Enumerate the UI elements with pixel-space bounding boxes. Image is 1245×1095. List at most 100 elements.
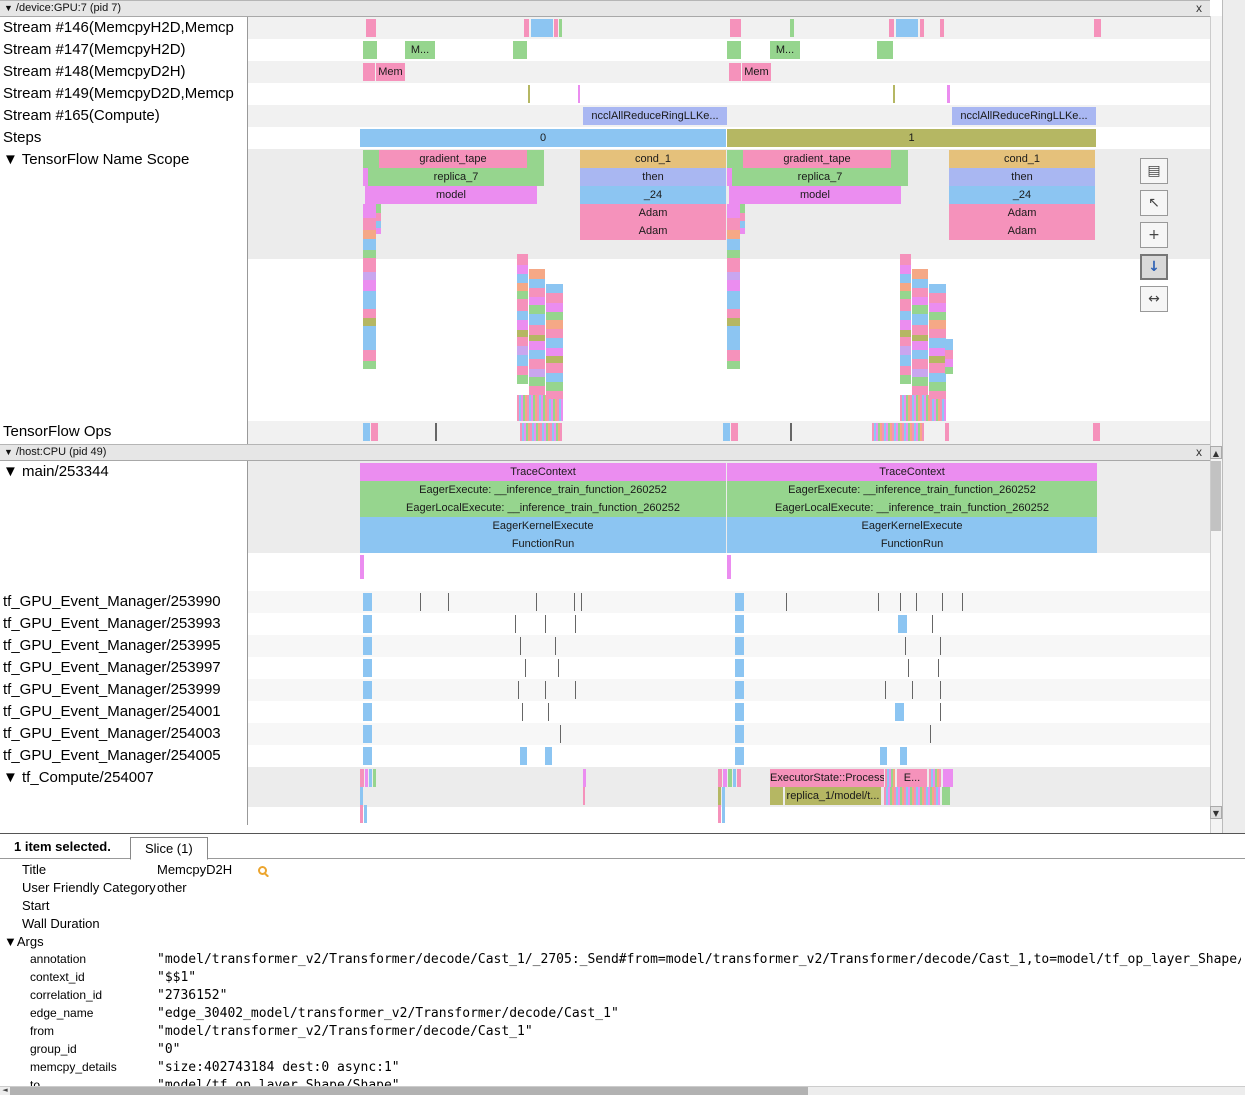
trace-slice-small[interactable] — [900, 366, 911, 375]
trace-slice[interactable]: E... — [897, 769, 927, 787]
trace-slice-small[interactable] — [908, 659, 909, 677]
trace-slice-small[interactable] — [735, 703, 744, 721]
trace-slice-small[interactable] — [912, 377, 928, 386]
trace-slice-small[interactable] — [522, 703, 523, 721]
trace-slice-small[interactable] — [363, 318, 376, 326]
trace-slice-small[interactable] — [718, 805, 721, 823]
trace-slice[interactable]: _24 — [949, 186, 1095, 204]
trace-slice-small[interactable] — [940, 681, 941, 699]
trace-slice-small[interactable] — [727, 230, 740, 239]
trace-slice[interactable]: Adam — [580, 222, 726, 240]
trace-slice-small[interactable] — [900, 375, 911, 384]
trace-slice-small[interactable] — [517, 366, 528, 375]
trace-slice-small[interactable] — [363, 637, 372, 655]
trace-slice-small[interactable] — [546, 338, 563, 348]
trace-slice-small[interactable] — [929, 320, 946, 329]
trace-slice-small[interactable] — [790, 19, 794, 37]
trace-slice-small[interactable] — [740, 213, 745, 221]
trace-slice-small[interactable] — [896, 19, 918, 37]
trace-slice-small[interactable] — [363, 280, 376, 291]
trace-slice-small[interactable] — [920, 19, 924, 37]
trace-slice-small[interactable] — [363, 309, 376, 318]
trace-slice-small[interactable] — [363, 272, 376, 280]
trace-slice[interactable]: FunctionRun — [360, 535, 726, 553]
trace-slice-small[interactable] — [722, 787, 725, 805]
trace-slice[interactable]: gradient_tape — [743, 150, 891, 168]
trace-slice-small[interactable] — [525, 659, 526, 677]
trace-slice-small[interactable] — [735, 593, 744, 611]
trace-slice-small[interactable] — [363, 291, 376, 309]
trace-slice-small[interactable] — [945, 339, 953, 350]
trace-slice-small[interactable] — [546, 356, 563, 363]
trace-slice-small[interactable] — [898, 615, 907, 633]
trace-slice-small[interactable] — [916, 593, 917, 611]
trace-slice-small[interactable] — [872, 423, 924, 441]
trace-slice-small[interactable] — [942, 787, 950, 805]
trace-slice-small[interactable] — [900, 265, 911, 274]
trace-slice[interactable]: EagerExecute: __inference_train_function… — [360, 481, 726, 499]
trace-slice-small[interactable] — [727, 250, 740, 258]
trace-slice-small[interactable] — [912, 369, 928, 377]
trace-slice-small[interactable] — [962, 593, 963, 611]
trace-slice-small[interactable] — [529, 377, 545, 386]
trace-slice-small[interactable] — [722, 805, 725, 823]
trace-slice-small[interactable] — [727, 361, 740, 369]
trace-slice-small[interactable] — [545, 615, 546, 633]
trace-slice-small[interactable] — [546, 284, 563, 293]
trace-slice-small[interactable] — [528, 85, 530, 103]
trace-slice-small[interactable] — [770, 787, 783, 805]
trace-slice-small[interactable] — [363, 361, 376, 369]
trace-slice-small[interactable] — [529, 288, 545, 297]
timing-tool-icon[interactable]: ↔ — [1140, 286, 1168, 312]
trace-slice-small[interactable] — [912, 359, 928, 369]
trace-slice-small[interactable] — [520, 423, 562, 441]
trace-slice[interactable]: EagerExecute: __inference_train_function… — [727, 481, 1097, 499]
trace-slice-small[interactable] — [947, 85, 950, 103]
trace-slice[interactable]: ncclAllReduceRingLLKe... — [952, 107, 1096, 125]
trace-slice-small[interactable] — [891, 150, 908, 168]
trace-slice-small[interactable] — [583, 787, 585, 805]
scroll-left-button[interactable]: ◄ — [0, 1086, 10, 1095]
trace-slice-small[interactable] — [905, 637, 906, 655]
trace-slice-small[interactable] — [529, 325, 545, 335]
trace-slice-small[interactable] — [735, 637, 744, 655]
trace-slice-small[interactable] — [727, 555, 731, 579]
trace-slice-small[interactable] — [1093, 423, 1100, 441]
trace-slice-small[interactable] — [360, 787, 363, 805]
trace-slice-small[interactable] — [1094, 19, 1101, 37]
host-section-header[interactable]: ▼/host:CPU (pid 49) x — [0, 444, 1210, 461]
trace-slice-small[interactable] — [912, 681, 913, 699]
trace-slice[interactable]: then — [580, 168, 726, 186]
trace-slice-small[interactable] — [529, 341, 545, 350]
trace-slice[interactable]: EagerKernelExecute — [360, 517, 726, 535]
trace-slice-small[interactable] — [733, 769, 736, 787]
trace-slice-small[interactable] — [929, 303, 946, 312]
trace-slice-small[interactable] — [546, 348, 563, 356]
trace-slice-small[interactable] — [363, 239, 376, 250]
row-label[interactable]: ▼ main/253344 — [0, 461, 248, 591]
trace-slice-small[interactable] — [727, 218, 740, 230]
trace-slice-small[interactable] — [529, 350, 545, 359]
trace-slice-small[interactable] — [912, 325, 928, 335]
trace-slice[interactable]: ncclAllReduceRingLLKe... — [583, 107, 727, 125]
trace-slice-small[interactable] — [929, 356, 946, 363]
trace-slice-small[interactable] — [515, 615, 516, 633]
trace-slice-small[interactable] — [880, 747, 887, 765]
trace-slice-small[interactable] — [884, 787, 940, 805]
trace-slice-small[interactable] — [900, 337, 911, 346]
trace-slice[interactable]: FunctionRun — [727, 535, 1097, 553]
trace-slice-small[interactable] — [583, 769, 586, 787]
trace-slice-small[interactable] — [420, 593, 421, 611]
trace-slice-small[interactable] — [554, 19, 558, 37]
trace-slice-small[interactable] — [373, 769, 376, 787]
trace-slice[interactable]: Mem — [742, 63, 771, 81]
row-label[interactable]: ▼ TensorFlow Name Scope — [0, 149, 248, 421]
trace-slice-small[interactable] — [363, 230, 376, 239]
trace-slice-small[interactable] — [517, 283, 528, 291]
trace-slice-small[interactable] — [363, 204, 376, 218]
trace-slice-small[interactable] — [363, 681, 372, 699]
trace-slice-small[interactable] — [517, 375, 528, 384]
trace-slice-small[interactable] — [929, 284, 946, 293]
trace-slice-small[interactable] — [363, 41, 377, 59]
trace-slice-small[interactable] — [727, 326, 740, 350]
